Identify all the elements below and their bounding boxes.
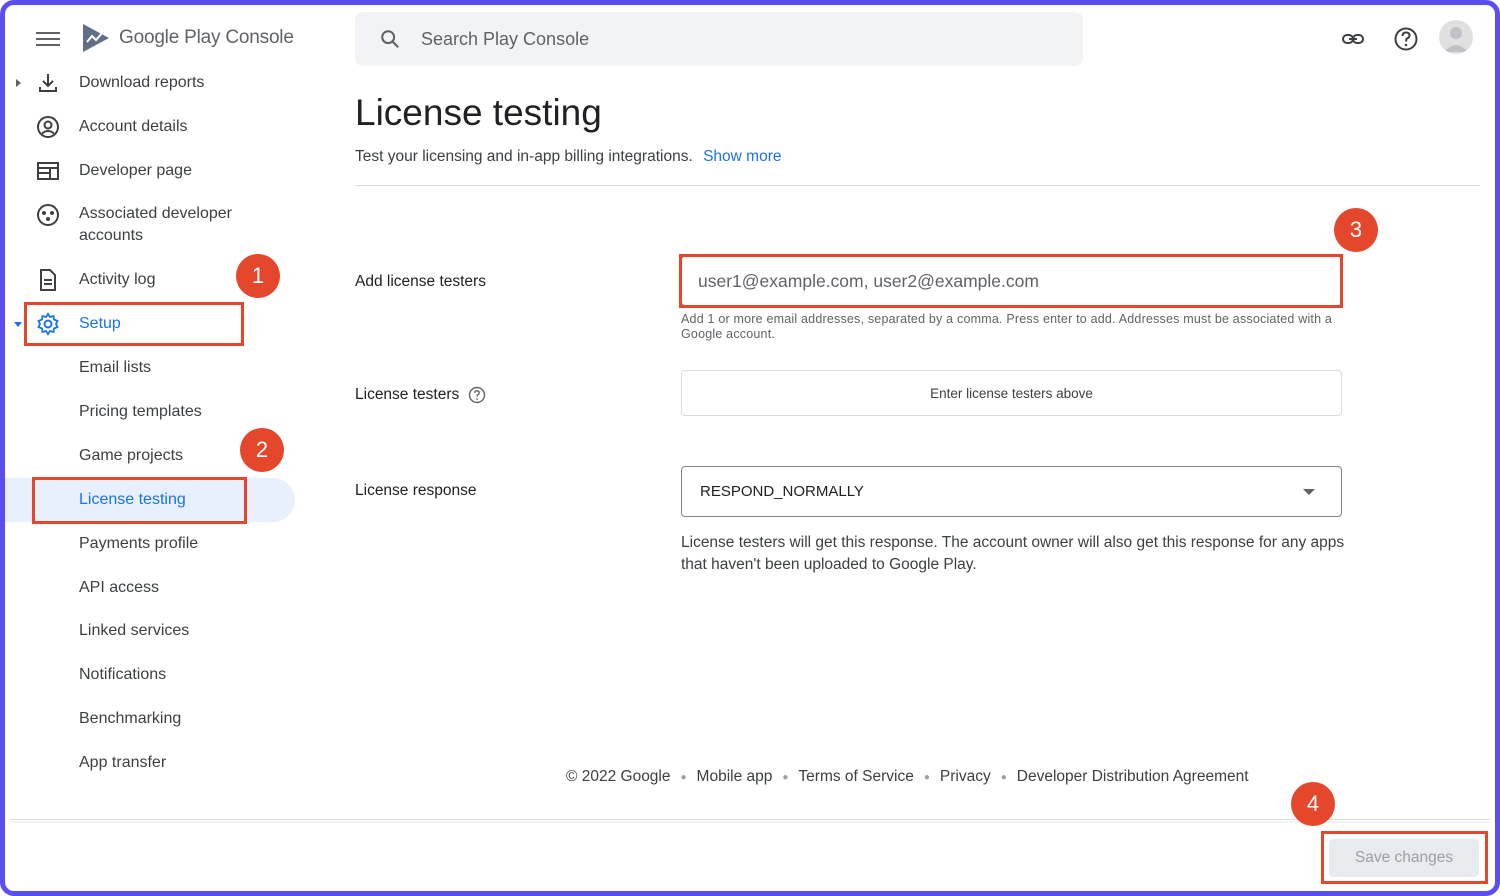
app-name: Google Play Console: [119, 27, 294, 48]
copyright: © 2022 Google: [566, 768, 671, 785]
separator-dot: ●: [923, 771, 930, 783]
add-testers-label: Add license testers: [355, 273, 486, 290]
annotation-box-save: [1321, 831, 1488, 884]
annotation-badge-4: 4: [1291, 782, 1335, 826]
license-response-value: RESPOND_NORMALLY: [700, 483, 864, 500]
annotation-badge-1: 1: [236, 254, 280, 298]
sidebar-item-label: App transfer: [79, 754, 167, 771]
sidebar-item-label: Game projects: [79, 447, 184, 464]
footer-link-dda[interactable]: Developer Distribution Agreement: [1017, 768, 1249, 786]
sidebar-item-label: Activity log: [79, 271, 156, 288]
sidebar-item-label: API access: [79, 579, 160, 596]
sidebar-item-notifications[interactable]: Notifications: [0, 653, 295, 697]
play-console-logo[interactable]: Google Play Console: [80, 22, 294, 54]
sidebar-item-account-details[interactable]: Account details: [0, 105, 295, 149]
search-icon: [381, 30, 400, 49]
sidebar-item-label: Benchmarking: [79, 710, 182, 727]
annotation-badge-3: 3: [1334, 208, 1378, 252]
annotation-badge-2: 2: [240, 428, 284, 472]
sidebar-item-email-lists[interactable]: Email lists: [0, 346, 295, 390]
link-icon[interactable]: [1340, 26, 1366, 52]
separator-dot: ●: [1000, 771, 1007, 783]
sidebar-item-label: Notifications: [79, 666, 167, 683]
sidebar-item-label: Developer page: [79, 162, 192, 179]
add-testers-hint: Add 1 or more email addresses, separated…: [681, 312, 1333, 341]
search-input[interactable]: [421, 28, 1021, 50]
separator-dot: ●: [782, 771, 789, 783]
subtitle-text: Test your licensing and in-app billing i…: [355, 148, 693, 165]
sidebar-item-payments-profile[interactable]: Payments profile: [0, 522, 295, 566]
document-icon: [40, 269, 56, 291]
license-testers-label: License testers: [355, 386, 460, 404]
sidebar-item-linked-services[interactable]: Linked services: [0, 609, 295, 653]
sidebar-item-benchmarking[interactable]: Benchmarking: [0, 697, 295, 741]
license-response-label: License response: [355, 482, 477, 499]
annotation-box-license-testing: [32, 477, 247, 524]
sidebar-item-developer-page[interactable]: Developer page: [0, 149, 295, 193]
sidebar-item-label: Account details: [79, 118, 188, 135]
sidebar-item-download-reports[interactable]: Download reports: [0, 61, 295, 105]
page-subtitle: Test your licensing and in-app billing i…: [355, 148, 781, 166]
web-page-icon: [37, 162, 59, 180]
license-response-help: License testers will get this response. …: [681, 534, 1345, 573]
sidebar-item-label: Email lists: [79, 359, 152, 376]
download-icon: [39, 74, 57, 92]
sidebar-item-app-transfer[interactable]: App transfer: [0, 741, 295, 785]
separator-dot: ●: [680, 771, 687, 783]
play-console-icon: [83, 24, 109, 52]
sidebar-item-pricing-templates[interactable]: Pricing templates: [0, 390, 295, 434]
sidebar-item-api-access[interactable]: API access: [0, 566, 295, 610]
footer: © 2022 Google ● Mobile app ● Terms of Se…: [566, 768, 1249, 786]
action-bar-shadow: [10, 821, 1490, 823]
sidebar-item-associated-accounts[interactable]: Associated developer accounts: [0, 197, 295, 253]
page-title: License testing: [355, 92, 602, 133]
show-more-link[interactable]: Show more: [703, 148, 781, 165]
footer-link-privacy[interactable]: Privacy: [940, 768, 991, 786]
sidebar-item-label: Payments profile: [79, 535, 199, 552]
annotation-box-setup: [24, 302, 244, 346]
help-icon[interactable]: [1393, 26, 1419, 52]
sidebar-item-label: Pricing templates: [79, 403, 202, 420]
empty-testers-message: Enter license testers above: [930, 385, 1093, 401]
main-menu-button[interactable]: [34, 28, 62, 50]
sidebar-item-label: Linked services: [79, 622, 190, 639]
footer-link-mobile-app[interactable]: Mobile app: [697, 768, 773, 786]
sidebar-item-label: Associated developer accounts: [79, 205, 232, 244]
license-testers-label-row: License testers: [355, 386, 486, 404]
user-icon: [1444, 27, 1468, 52]
account-avatar[interactable]: [1439, 20, 1473, 54]
action-bar-divider: [10, 819, 1490, 820]
help-icon[interactable]: [468, 386, 486, 404]
account-circle-icon: [37, 116, 59, 138]
footer-link-terms[interactable]: Terms of Service: [798, 768, 913, 786]
dropdown-arrow-icon: [1303, 489, 1315, 495]
license-testers-list: Enter license testers above: [681, 370, 1342, 416]
divider: [355, 185, 1480, 186]
collapse-caret-icon[interactable]: [13, 319, 23, 329]
license-response-select[interactable]: RESPOND_NORMALLY: [681, 466, 1342, 517]
expand-caret-icon[interactable]: [13, 78, 23, 88]
search-bar[interactable]: [355, 12, 1083, 66]
associated-accounts-icon: [37, 204, 59, 226]
sidebar-item-label: Download reports: [79, 74, 205, 91]
annotation-box-email-input: [679, 254, 1343, 308]
